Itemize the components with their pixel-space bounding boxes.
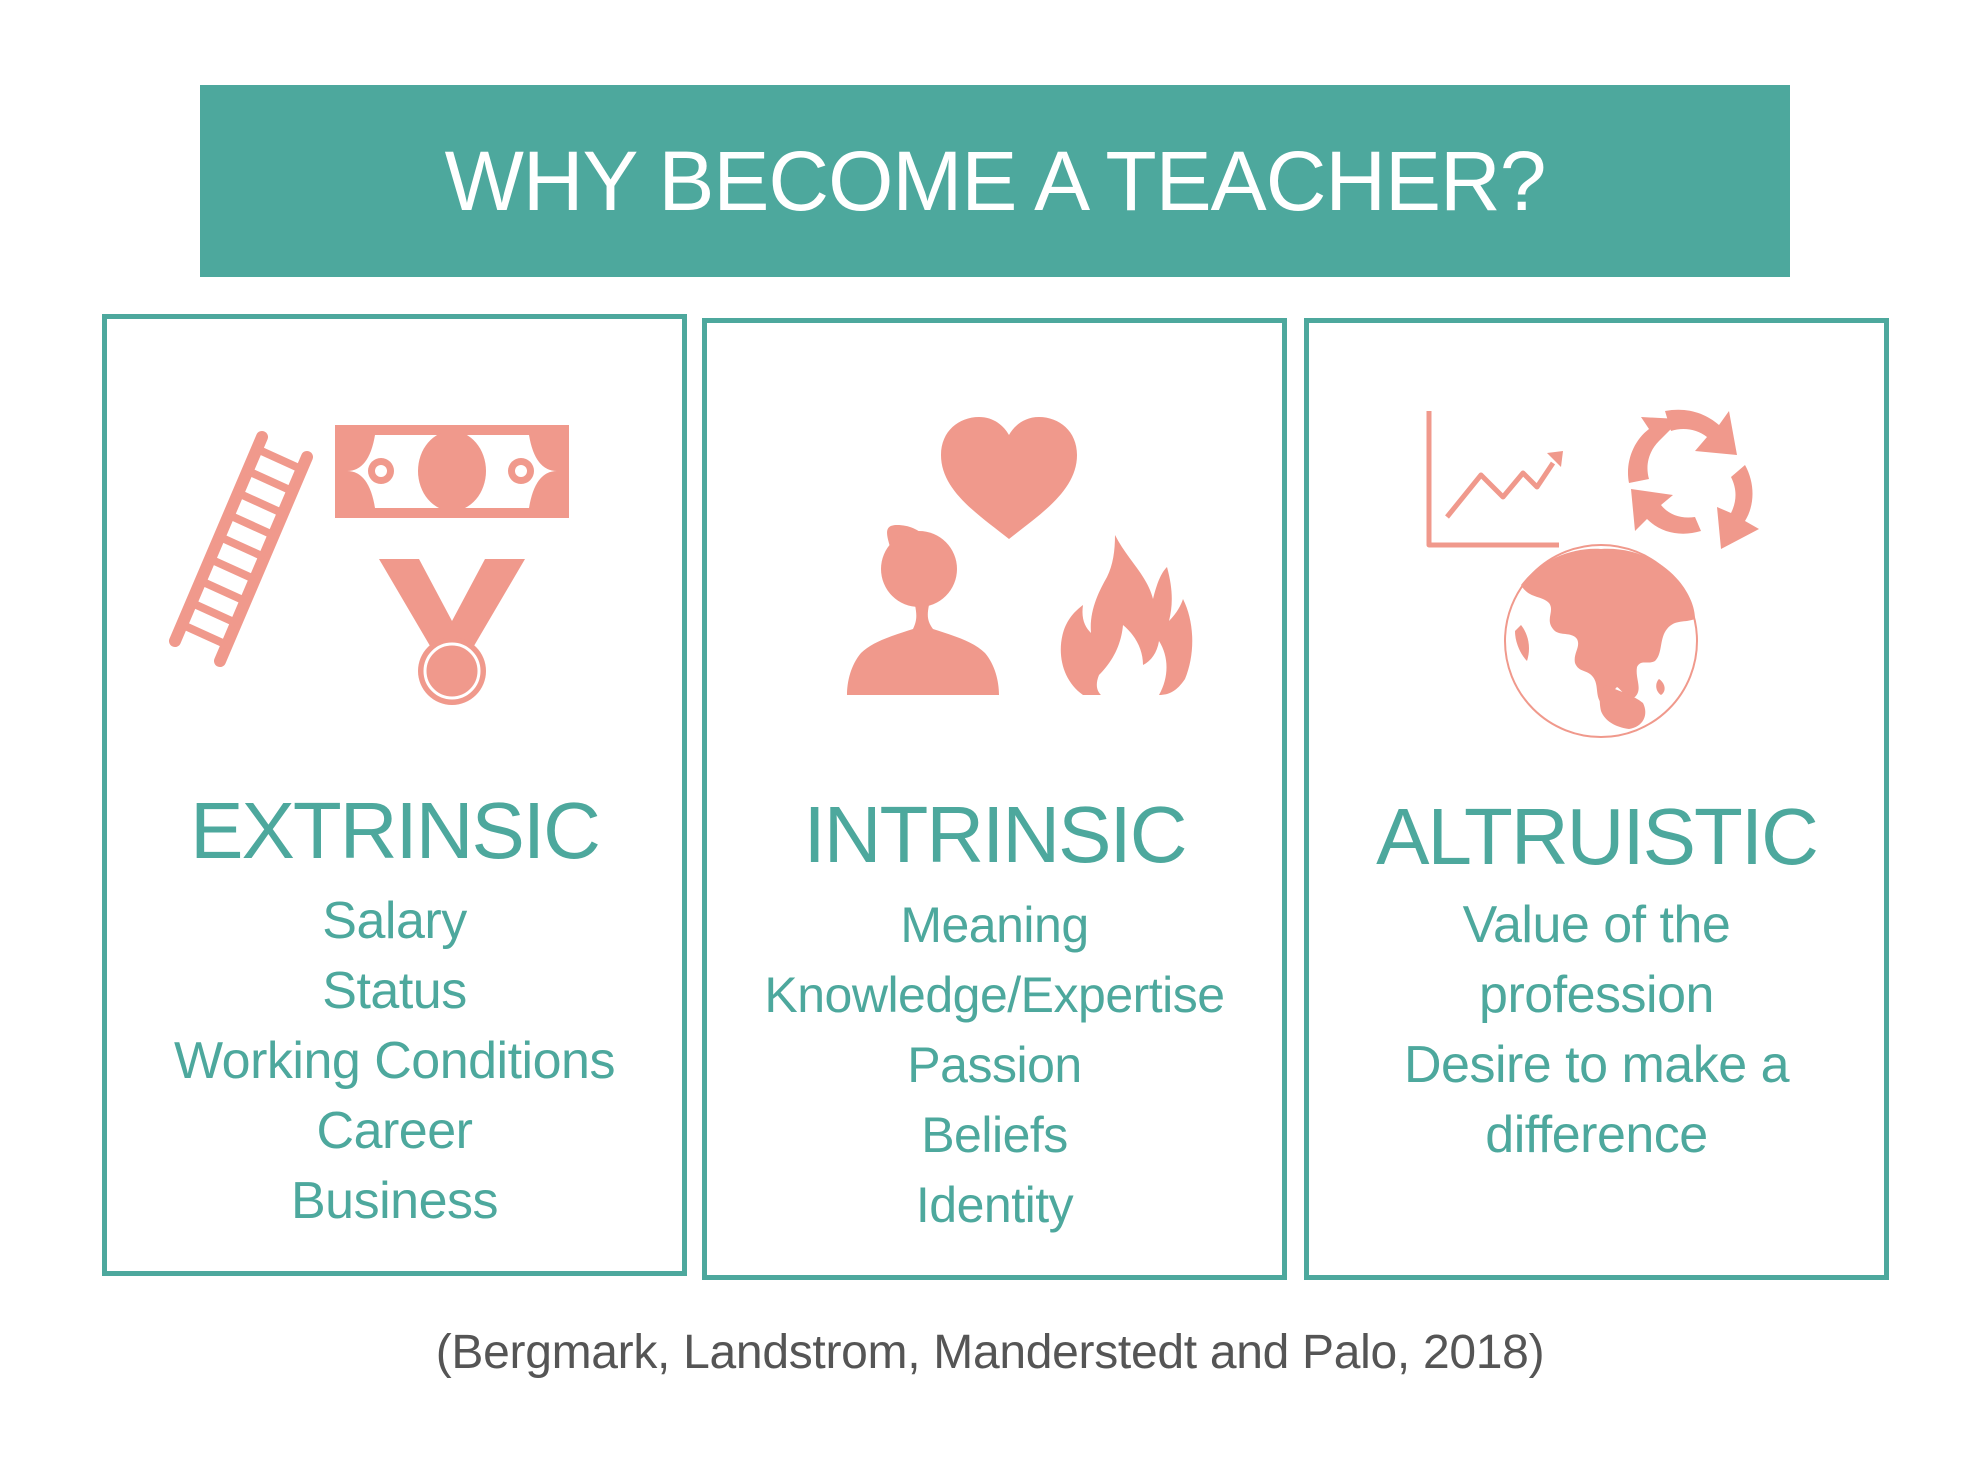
list-item: Value of the [1462, 896, 1731, 954]
list-item: Career [316, 1102, 473, 1160]
item-list: Value of the profession Desire to make a… [1309, 890, 1884, 1170]
panel-extrinsic: EXTRINSIC Salary Status Working Conditio… [102, 314, 687, 1276]
list-item: difference [1485, 1106, 1708, 1164]
list-item: profession [1479, 966, 1714, 1024]
item-list: Meaning Knowledge/Expertise Passion Beli… [707, 890, 1282, 1240]
extrinsic-icon-group [107, 319, 682, 789]
list-item: Salary [322, 892, 467, 950]
list-item: Status [322, 962, 467, 1020]
list-item: Working Conditions [174, 1032, 615, 1090]
list-item: Meaning [900, 897, 1089, 953]
intrinsic-icon-group [707, 323, 1282, 793]
list-item: Desire to make a [1403, 1036, 1790, 1094]
item-list: Salary Status Working Conditions Career … [107, 886, 682, 1236]
list-item: Identity [915, 1177, 1074, 1233]
list-item: Knowledge/Expertise [764, 967, 1225, 1023]
medal-icon [379, 559, 525, 705]
altruistic-icon-group [1309, 323, 1884, 793]
title-banner: WHY BECOME A TEACHER? [200, 85, 1790, 277]
page-title: WHY BECOME A TEACHER? [444, 133, 1547, 228]
list-item: Business [291, 1172, 499, 1230]
list-item: Beliefs [921, 1107, 1068, 1163]
panel-heading: EXTRINSIC [190, 786, 601, 875]
flame-icon [1060, 535, 1193, 695]
list-item: Passion [907, 1037, 1082, 1093]
panel-heading: INTRINSIC [803, 790, 1188, 879]
panel-heading: ALTRUISTIC [1376, 792, 1819, 881]
citation: (Bergmark, Landstrom, Manderstedt and Pa… [435, 1326, 1545, 1379]
panel-intrinsic: INTRINSIC Meaning Knowledge/Expertise Pa… [702, 318, 1287, 1280]
panel-altruistic: ALTRUISTIC Value of the profession Desir… [1304, 318, 1889, 1280]
globe-icon [1504, 544, 1698, 738]
